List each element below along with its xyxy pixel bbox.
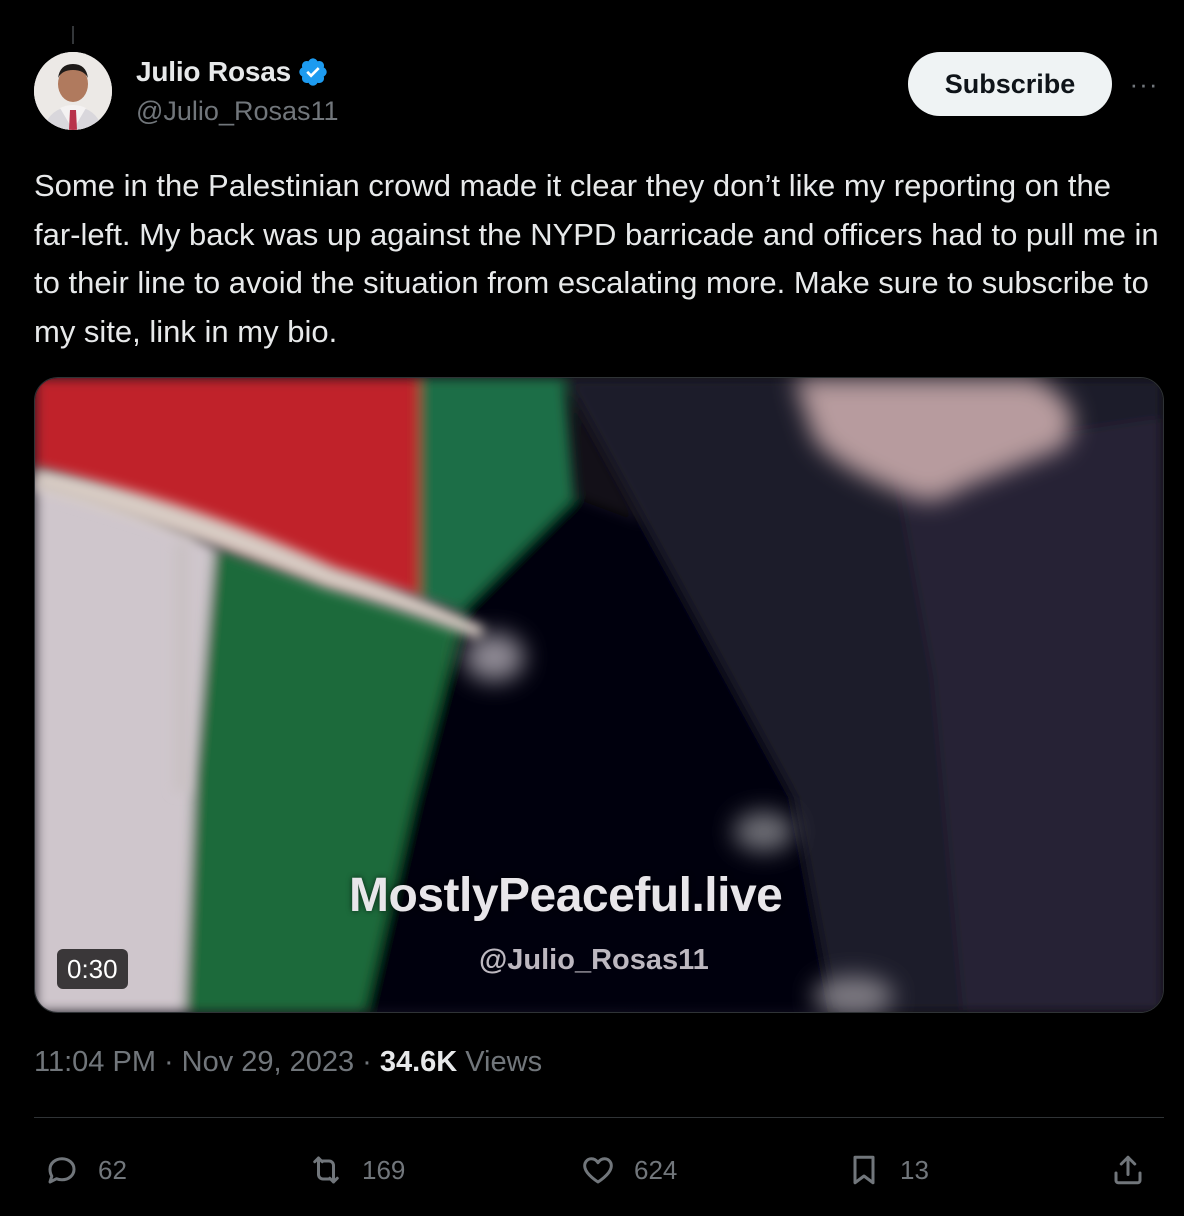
meta-separator: · — [163, 1046, 174, 1078]
more-options-icon[interactable]: ··· — [1124, 64, 1164, 104]
verified-badge-icon[interactable] — [297, 56, 329, 88]
tweet-header: Julio Rosas @Julio_Rosas11 Subscribe ··· — [34, 52, 1164, 132]
video-watermark-handle: @Julio_Rosas11 — [479, 944, 709, 976]
tweet-text: Some in the Palestinian crowd made it cl… — [34, 168, 1159, 349]
author-name-row: Julio Rosas — [136, 56, 329, 88]
subscribe-button[interactable]: Subscribe — [908, 52, 1112, 116]
tweet-time[interactable]: 11:04 PM — [34, 1046, 156, 1079]
thread-connector-line — [72, 26, 74, 44]
avatar-image — [34, 52, 112, 130]
author-handle[interactable]: @Julio_Rosas11 — [136, 96, 339, 127]
tweet-meta: 11:04 PM · Nov 29, 2023 · 34.6K Views — [34, 1046, 542, 1079]
divider — [34, 1117, 1164, 1118]
repost-count: 169 — [362, 1154, 406, 1185]
meta-separator: · — [362, 1046, 372, 1078]
reply-button[interactable]: 62 — [44, 1140, 127, 1200]
heart-icon — [583, 1157, 613, 1184]
views-label: Views — [465, 1046, 543, 1078]
reply-icon — [48, 1157, 76, 1184]
reply-count: 62 — [98, 1154, 127, 1185]
video-duration-badge: 0:30 — [57, 949, 128, 989]
like-button[interactable]: 624 — [580, 1140, 677, 1200]
like-count: 624 — [634, 1154, 678, 1185]
avatar[interactable] — [34, 52, 112, 130]
tweet-date[interactable]: Nov 29, 2023 — [182, 1046, 355, 1079]
repost-button[interactable]: 169 — [308, 1140, 405, 1200]
share-button[interactable] — [1110, 1140, 1146, 1200]
repost-icon — [313, 1156, 339, 1184]
bookmark-icon — [853, 1155, 875, 1185]
video-watermark-title: MostlyPeaceful.live — [349, 869, 783, 922]
bookmark-count: 13 — [900, 1154, 929, 1185]
bookmark-button[interactable]: 13 — [846, 1140, 929, 1200]
video-player[interactable]: MostlyPeaceful.live @Julio_Rosas11 0:30 — [34, 377, 1164, 1013]
share-icon — [1114, 1155, 1142, 1185]
views-count[interactable]: 34.6K — [380, 1046, 457, 1079]
author-name[interactable]: Julio Rosas — [136, 56, 291, 88]
action-bar: 62 169 624 13 — [34, 1140, 1164, 1200]
